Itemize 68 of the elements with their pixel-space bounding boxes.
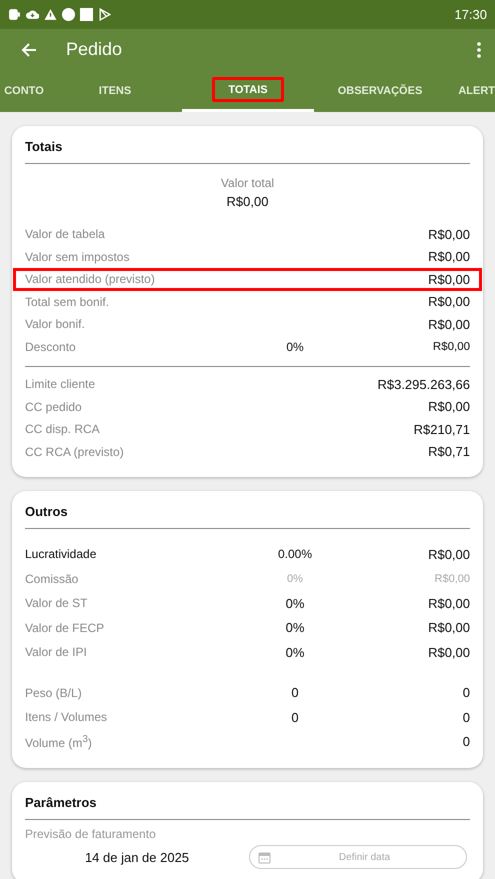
calendar-icon xyxy=(258,850,271,864)
row-percent: 0% xyxy=(286,620,304,636)
row-value: R$0,00 xyxy=(428,249,470,264)
row-value: R$0,00 xyxy=(434,572,470,585)
row-percent: 0 xyxy=(291,710,299,725)
row-value: 0 xyxy=(462,734,470,750)
square-icon xyxy=(80,8,93,21)
warning-icon xyxy=(44,8,57,21)
row-percent: 0.00% xyxy=(278,547,312,562)
row-value: 0 xyxy=(462,685,470,700)
row-label: Lucratividade xyxy=(25,547,96,562)
total-label: Valor total xyxy=(220,176,274,190)
row-label: CC RCA (previsto) xyxy=(25,444,124,459)
app-notification-icon xyxy=(8,8,21,21)
row-value: R$0,00 xyxy=(428,294,470,310)
row-percent: 0% xyxy=(286,340,304,354)
row-value: R$0,00 xyxy=(428,272,470,287)
row-value: R$210,71 xyxy=(414,422,470,437)
row-label: Valor sem impostos xyxy=(25,250,130,264)
row-value: 0 xyxy=(462,710,470,725)
tab[interactable]: CONTO xyxy=(0,70,48,112)
row-value: R$0,00 xyxy=(428,226,470,242)
set-date-button[interactable]: Definir data xyxy=(249,845,467,869)
card-title: Parâmetros xyxy=(25,795,98,810)
tab[interactable]: TOTAIS xyxy=(182,70,314,112)
row-value: R$0,00 xyxy=(428,399,470,414)
row-label: Peso (B/L) xyxy=(25,686,82,700)
row-value: R$0,00 xyxy=(432,340,470,353)
tab[interactable]: ITENS xyxy=(48,70,182,112)
row-label: Limite cliente xyxy=(25,377,96,392)
row-label: Comissão xyxy=(25,572,78,586)
field-label: Previsão de faturamento xyxy=(25,827,157,841)
total-value: R$0,00 xyxy=(226,194,268,209)
back-arrow-icon[interactable] xyxy=(20,40,38,58)
play-store-icon xyxy=(98,8,111,21)
row-value: R$0,00 xyxy=(428,644,470,660)
row-label: Valor de tabela xyxy=(25,227,105,242)
tab[interactable]: OBSERVAÇÕES xyxy=(314,70,446,112)
row-label: Valor atendido (previsto) xyxy=(25,272,155,286)
row-label: CC pedido xyxy=(25,400,82,414)
row-label: Total sem bonif. xyxy=(25,294,110,309)
row-value: R$3.295.263,66 xyxy=(377,376,470,392)
row-value: R$0,71 xyxy=(428,444,470,460)
screen-title: Pedido xyxy=(66,39,124,60)
card-title: Totais xyxy=(25,139,64,154)
card-title: Outros xyxy=(25,504,69,519)
row-label: Valor de ST xyxy=(25,596,88,610)
circle-icon xyxy=(62,8,75,21)
cloud-download-icon xyxy=(26,8,39,21)
row-value: R$0,00 xyxy=(428,620,470,636)
row-label: Desconto xyxy=(25,340,76,354)
row-label: Itens / Volumes xyxy=(25,710,108,724)
row-label: Valor de IPI xyxy=(25,645,87,660)
row-value: R$0,00 xyxy=(428,316,470,332)
row-value: R$0,00 xyxy=(428,546,470,562)
row-percent: 0% xyxy=(287,572,303,585)
row-label: Volume (m$^{3}$) xyxy=(25,734,92,750)
row-label: Valor de FECP xyxy=(25,620,104,635)
date-value: 14 de jan de 2025 xyxy=(84,850,190,864)
row-value: R$0,00 xyxy=(428,596,470,611)
row-percent: 0 xyxy=(291,685,299,700)
tab[interactable]: ALERT xyxy=(446,70,495,112)
row-label: CC disp. RCA xyxy=(25,422,100,436)
row-label: Valor bonif. xyxy=(25,317,85,332)
more-options-icon[interactable] xyxy=(477,42,481,58)
row-percent: 0% xyxy=(286,596,304,611)
row-percent: 0% xyxy=(286,644,304,660)
clock-time: 17:30 xyxy=(454,7,487,22)
